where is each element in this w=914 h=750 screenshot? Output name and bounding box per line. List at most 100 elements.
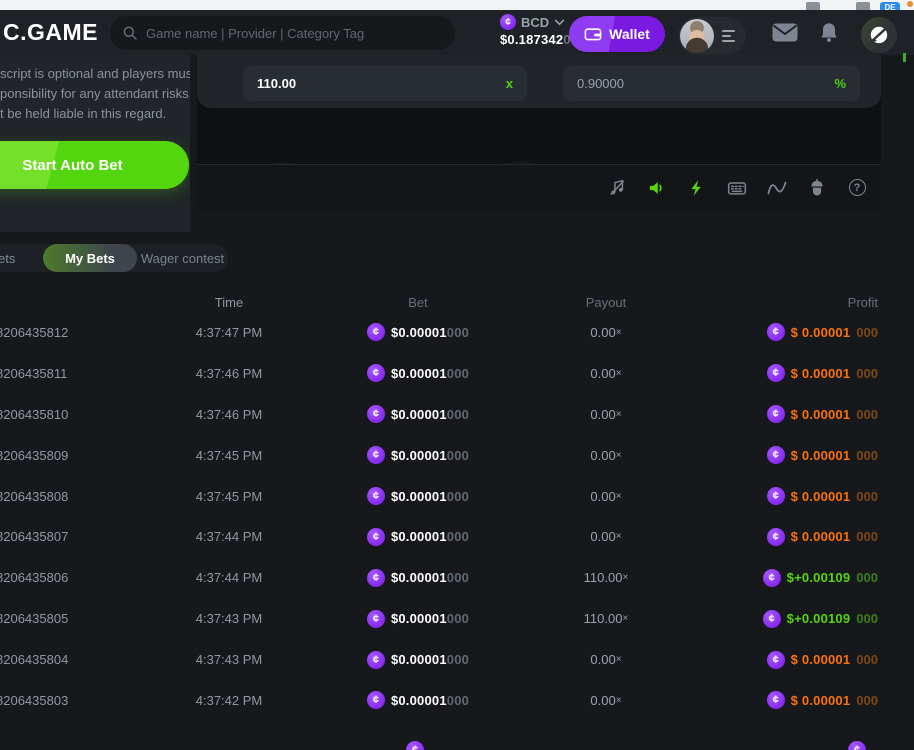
search-bar[interactable] — [110, 16, 455, 50]
payout-field[interactable]: x — [243, 66, 527, 101]
coin-icon: ¢ — [767, 364, 785, 382]
bet-time: 4:37:46 PM — [111, 366, 347, 381]
wallet-button[interactable]: Wallet — [569, 16, 665, 52]
bet-id: 8206435803 — [0, 693, 111, 708]
coin-icon: ¢ — [767, 651, 785, 669]
payout-cell: 0.00× — [489, 407, 723, 422]
bet-id: 8206435809 — [0, 448, 111, 463]
win-chance-input[interactable] — [577, 76, 834, 91]
coin-icon: ¢ — [367, 651, 385, 669]
user-menu[interactable] — [678, 17, 746, 55]
top-nav-bar: C.GAME ¢ BCD $0.18734200 Wallet — [0, 10, 914, 55]
payout-cell: 0.00× — [489, 652, 723, 667]
bet-id: 8206435810 — [0, 407, 111, 422]
messages-button[interactable] — [763, 10, 807, 55]
table-row[interactable]: 8206435804 4:37:43 PM ¢ $0.00001000 0.00… — [0, 639, 914, 680]
bet-amount-cell: ¢ $0.00001000 — [347, 364, 489, 382]
start-auto-bet-button[interactable]: Start Auto Bet — [0, 141, 189, 189]
table-row[interactable]: 8206435807 4:37:44 PM ¢ $0.00001000 0.00… — [0, 516, 914, 557]
table-row[interactable]: 8206435811 4:37:46 PM ¢ $0.00001000 0.00… — [0, 353, 914, 394]
browser-extension-icon[interactable] — [806, 2, 820, 10]
bet-amount-cell: ¢ — [347, 741, 489, 750]
payout-input[interactable] — [257, 76, 506, 91]
table-row[interactable]: 8206435812 4:37:47 PM ¢ $0.00001000 0.00… — [0, 312, 914, 353]
autobet-disclaimer: script is optional and players must take… — [0, 64, 184, 124]
coin-icon: ¢ — [367, 691, 385, 709]
coin-icon: ¢ — [367, 446, 385, 464]
payout-cell: 0.00× — [489, 366, 723, 381]
profit-cell: ¢ $ 0.00001000 — [723, 446, 878, 464]
bet-id: 8206435812 — [0, 325, 111, 340]
bets-tabs: ets My Bets Wager contest — [0, 244, 228, 272]
coin-icon: ¢ — [763, 610, 781, 628]
table-row[interactable]: ¢ ¢ — [0, 730, 914, 750]
chevron-down-icon — [554, 19, 565, 26]
table-row[interactable]: 8206435803 4:37:42 PM ¢ $0.00001000 0.00… — [0, 680, 914, 721]
live-stats-wave-icon[interactable] — [757, 165, 797, 211]
multiplier-sign: × — [616, 368, 622, 379]
search-input[interactable] — [146, 26, 443, 41]
notifications-button[interactable] — [807, 10, 851, 55]
mail-icon — [772, 23, 798, 42]
profit-cell: ¢ $ 0.00001000 — [723, 364, 878, 382]
browser-strip: DE — [0, 0, 914, 10]
multiplier-sign: × — [616, 327, 622, 338]
chat-button[interactable] — [861, 17, 897, 53]
bet-id: 8206435807 — [0, 529, 111, 544]
table-row[interactable]: 8206435806 4:37:44 PM ¢ $0.00001000 110.… — [0, 557, 914, 598]
table-row[interactable]: 8206435810 4:37:46 PM ¢ $0.00001000 0.00… — [0, 394, 914, 435]
profit-cell: ¢ $ 0.00001000 — [723, 323, 878, 341]
page: DE C.GAME ¢ BCD $0.18734200 W — [0, 0, 914, 750]
percent-icon: % — [834, 76, 846, 91]
site-logo[interactable]: C.GAME — [3, 19, 98, 46]
bet-id: 8206435805 — [0, 611, 111, 626]
turbo-bolt-icon[interactable] — [677, 165, 717, 211]
table-row[interactable]: 8206435805 4:37:43 PM ¢ $0.00001000 110.… — [0, 598, 914, 639]
sound-icon[interactable] — [637, 165, 677, 211]
payout-cell: 0.00× — [489, 489, 723, 504]
balance-amount: $0.18734200 — [500, 32, 578, 47]
help-icon[interactable]: ? — [837, 165, 877, 211]
balance-selector[interactable]: ¢ BCD $0.18734200 — [500, 14, 578, 47]
browser-profile-dot — [907, 1, 913, 7]
multiplier-sign: × — [616, 695, 622, 706]
table-row[interactable]: 8206435809 4:37:45 PM ¢ $0.00001000 0.00… — [0, 435, 914, 476]
bet-inputs-panel: x % — [197, 55, 881, 108]
chart-edge-decor — [903, 53, 906, 62]
bell-icon — [819, 22, 839, 43]
tab-wager-contest[interactable]: Wager contest — [137, 251, 228, 266]
user-avatar[interactable] — [680, 19, 714, 53]
coin-icon: ¢ — [767, 405, 785, 423]
multiplier-sign: × — [616, 450, 622, 461]
bet-time: 4:37:46 PM — [111, 407, 347, 422]
multiplier-x-icon: x — [506, 76, 513, 91]
profit-cell: ¢ $ 0.00001000 — [723, 691, 878, 709]
seed-icon[interactable] — [797, 165, 837, 211]
music-off-icon[interactable] — [597, 165, 637, 211]
bet-id: 8206435804 — [0, 652, 111, 667]
bet-amount-cell: ¢ $0.00001000 — [347, 651, 489, 669]
multiplier-sign: × — [616, 531, 622, 542]
bet-time: 4:37:45 PM — [111, 489, 347, 504]
coin-icon: ¢ — [367, 569, 385, 587]
table-row[interactable]: 8206435808 4:37:45 PM ¢ $0.00001000 0.00… — [0, 476, 914, 517]
browser-extension-icon[interactable] — [856, 2, 870, 10]
col-header-payout: Payout — [489, 295, 723, 310]
translate-extension-badge[interactable]: DE — [880, 2, 900, 10]
profit-cell: ¢ $ 0.00001000 — [723, 651, 878, 669]
currency-code: BCD — [521, 15, 549, 30]
multiplier-sign: × — [616, 491, 622, 502]
tab-all-bets[interactable]: ets — [0, 251, 15, 266]
bet-id: 8206435811 — [0, 366, 111, 381]
tab-my-bets[interactable]: My Bets — [43, 244, 137, 272]
win-chance-field[interactable]: % — [563, 66, 860, 101]
coin-icon: ¢ — [367, 487, 385, 505]
coin-icon: ¢ — [367, 364, 385, 382]
coin-icon: ¢ — [367, 405, 385, 423]
coin-icon: ¢ — [767, 487, 785, 505]
bet-time: 4:37:43 PM — [111, 611, 347, 626]
hotkeys-keyboard-icon[interactable] — [717, 165, 757, 211]
coin-icon: ¢ — [767, 323, 785, 341]
coin-icon: ¢ — [767, 528, 785, 546]
col-header-bet: Bet — [347, 295, 489, 310]
